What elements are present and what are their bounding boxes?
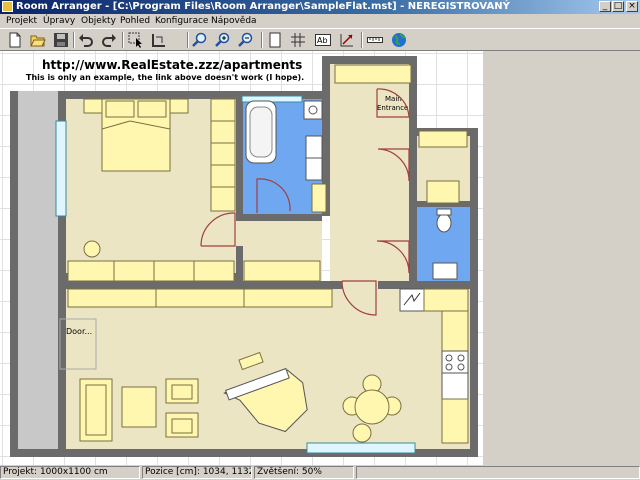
cabinet[interactable]	[113, 260, 155, 282]
kitchen-counter[interactable]	[441, 310, 469, 352]
hall-cabinet[interactable]	[243, 260, 321, 282]
wardrobe[interactable]	[210, 142, 236, 166]
shelf[interactable]	[311, 183, 327, 213]
door-label: Door...	[66, 327, 92, 336]
zoom-out-icon[interactable]	[237, 31, 255, 49]
plant[interactable]	[83, 240, 101, 258]
storage-shelf[interactable]	[418, 130, 468, 148]
text-label-icon[interactable]: Ab	[314, 31, 332, 49]
example-note: This is only an example, the link above …	[26, 73, 304, 82]
dimension-tool-icon[interactable]	[150, 31, 168, 49]
sofa[interactable]	[79, 378, 113, 442]
status-position: Pozice [cm]: 1034, 1132	[142, 466, 252, 479]
select-tool-icon[interactable]	[127, 31, 145, 49]
bathtub-inner	[249, 106, 273, 158]
save-icon[interactable]	[52, 31, 70, 49]
wc-sink[interactable]	[432, 262, 458, 280]
toolbar-separator	[261, 32, 263, 48]
ruler-icon[interactable]	[366, 31, 384, 49]
cabinet[interactable]	[67, 260, 115, 282]
kitchen-counter[interactable]	[423, 288, 469, 312]
status-empty	[356, 466, 640, 479]
wall	[236, 99, 243, 221]
toilet-tank	[436, 208, 452, 216]
shoe-cabinet[interactable]	[334, 64, 412, 84]
wardrobe[interactable]	[210, 120, 236, 144]
arrow-tool-icon[interactable]	[338, 31, 356, 49]
menu-pohled[interactable]: Pohled	[120, 15, 150, 27]
page-view-icon[interactable]	[266, 31, 284, 49]
open-folder-icon[interactable]	[29, 31, 47, 49]
cabinet[interactable]	[193, 260, 235, 282]
toolbar-separator	[187, 32, 189, 48]
wardrobe[interactable]	[210, 98, 236, 122]
zoom-tool-icon[interactable]	[191, 31, 209, 49]
wall	[243, 214, 322, 221]
wall	[10, 91, 18, 457]
globe-icon[interactable]	[390, 31, 408, 49]
undo-icon[interactable]	[77, 31, 95, 49]
fridge[interactable]	[441, 372, 469, 400]
wall	[470, 128, 478, 457]
toolbar: Ab	[0, 28, 640, 51]
toolbar-separator	[122, 32, 124, 48]
toilet[interactable]	[436, 213, 452, 233]
window-title: Room Arranger - [C:\Program Files\Room A…	[16, 1, 510, 12]
toolbar-separator	[361, 32, 363, 48]
menu-napoveda[interactable]: Nápověda	[211, 15, 257, 27]
close-button[interactable]: ×	[626, 1, 638, 12]
wall-unit[interactable]	[155, 288, 245, 308]
pillow[interactable]	[137, 100, 167, 118]
menu-objekty[interactable]: Objekty	[81, 15, 116, 27]
wall	[378, 281, 470, 289]
wall	[322, 56, 417, 64]
menu-upravy[interactable]: Úpravy	[43, 15, 75, 27]
wall	[66, 281, 342, 289]
kitchen-sink[interactable]	[399, 288, 425, 312]
grid-icon[interactable]	[289, 31, 307, 49]
url-title[interactable]: http://www.RealEstate.zzz/apartments	[42, 58, 302, 72]
canvas-area[interactable]: Main Entrance Door... http://www.RealEst…	[0, 51, 640, 465]
maximize-button[interactable]: □	[612, 1, 624, 12]
dryer[interactable]	[305, 157, 323, 181]
menu-konfigurace[interactable]: Konfigurace	[155, 15, 208, 27]
title-bar: Room Arranger - [C:\Program Files\Room A…	[0, 0, 640, 14]
minimize-button[interactable]: _	[599, 1, 611, 12]
menu-projekt[interactable]: Projekt	[6, 15, 37, 27]
zoom-in-icon[interactable]	[214, 31, 232, 49]
dining-table[interactable]	[354, 389, 390, 425]
floor-plan[interactable]: Main Entrance Door... http://www.RealEst…	[0, 51, 483, 465]
pillow[interactable]	[105, 100, 135, 118]
toolbar-separator	[73, 32, 75, 48]
menu-bar: Projekt Úpravy Objekty Pohled Konfigurac…	[0, 14, 640, 28]
wall-unit[interactable]	[243, 288, 333, 308]
app-icon	[2, 1, 13, 12]
new-file-icon[interactable]	[6, 31, 24, 49]
kitchen-counter[interactable]	[441, 398, 469, 444]
status-project-size: Projekt: 1000x1100 cm	[0, 466, 140, 479]
storage-box[interactable]	[426, 180, 460, 204]
cabinet[interactable]	[153, 260, 195, 282]
redo-icon[interactable]	[100, 31, 118, 49]
nightstand[interactable]	[83, 98, 103, 114]
window	[55, 120, 67, 217]
window	[306, 442, 416, 454]
washer[interactable]	[305, 135, 323, 159]
status-bar: Projekt: 1000x1100 cm Pozice [cm]: 1034,…	[0, 465, 640, 480]
wardrobe[interactable]	[210, 164, 236, 188]
coffee-table[interactable]	[121, 386, 157, 428]
svg-text:Ab: Ab	[317, 36, 328, 45]
wardrobe[interactable]	[210, 186, 236, 212]
side-panel	[483, 51, 640, 465]
nightstand[interactable]	[169, 98, 189, 114]
wall-unit[interactable]	[67, 288, 157, 308]
status-zoom: Zvětšení: 50%	[254, 466, 354, 479]
sink[interactable]	[303, 100, 323, 120]
chair[interactable]	[352, 423, 372, 443]
wall	[409, 136, 417, 286]
stove[interactable]	[441, 350, 469, 374]
